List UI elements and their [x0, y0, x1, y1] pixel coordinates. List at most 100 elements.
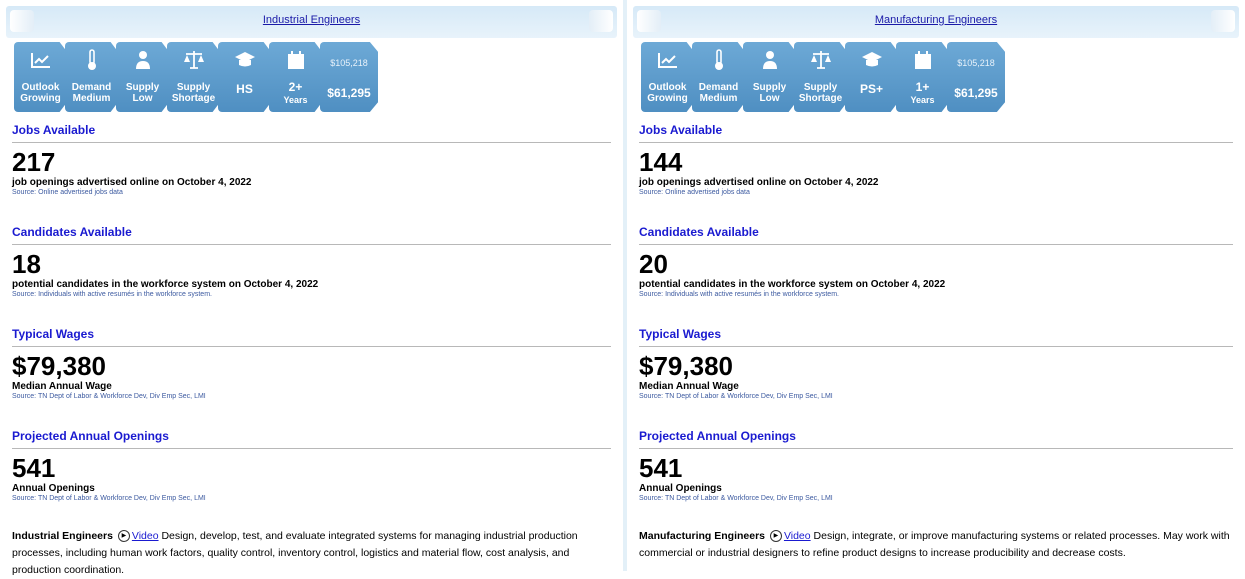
jobs-source: Source: Online advertised jobs data [12, 189, 123, 196]
occupation-column-manufacturing: Manufacturing Engineers Outlook Growing D… [627, 0, 1245, 571]
shortage-line1: Supply [803, 82, 838, 93]
annual-openings-desc: Annual Openings [12, 483, 95, 494]
demand-tile[interactable]: Demand Medium [692, 42, 745, 112]
occupation-name: Manufacturing Engineers [639, 530, 766, 542]
outlook-line1: Outlook [648, 82, 687, 93]
section-title: Jobs Available [639, 123, 1233, 143]
candidates-desc: potential candidates in the workforce sy… [639, 279, 946, 290]
supply-line2: Low [132, 93, 153, 104]
shortage-line1: Supply [176, 82, 211, 93]
wage-high: $105,218 [330, 58, 368, 68]
wage-low: $61,295 [954, 86, 998, 100]
openings-source: Source: TN Dept of Labor & Workforce Dev… [12, 495, 206, 502]
video-link[interactable]: Video [132, 530, 159, 542]
demand-line2: Medium [72, 93, 111, 104]
candidates-section: Candidates Available 20 potential candid… [639, 225, 1233, 298]
graduation-cap-icon [218, 48, 271, 72]
demand-line1: Demand [698, 82, 739, 93]
jobs-source: Source: Online advertised jobs data [639, 189, 750, 196]
median-wage: $79,380 [12, 351, 106, 381]
section-title: Jobs Available [12, 123, 611, 143]
people-icon [743, 48, 796, 72]
education-label: PS+ [859, 82, 883, 96]
annual-openings-section: Projected Annual Openings 541 Annual Ope… [12, 429, 611, 502]
occupation-name: Industrial Engineers [12, 530, 113, 542]
indicator-tiles: Outlook Growing Demand Medium Supply Low Su… [641, 42, 1005, 112]
supply-line1: Supply [125, 82, 160, 93]
wage-source: Source: TN Dept of Labor & Workforce Dev… [639, 393, 833, 400]
supply-tile[interactable]: Supply Low [743, 42, 796, 112]
video-link[interactable]: Video [784, 530, 811, 542]
supply-tile[interactable]: Supply Low [116, 42, 169, 112]
jobs-count: 144 [639, 147, 683, 177]
candidates-section: Candidates Available 18 potential candid… [12, 225, 611, 298]
outlook-tile[interactable]: Outlook Growing [14, 42, 67, 112]
people-icon [116, 48, 169, 72]
trending-up-icon [641, 48, 694, 72]
section-title: Candidates Available [639, 225, 1233, 245]
supply-line1: Supply [752, 82, 787, 93]
jobs-available-section: Jobs Available 144 job openings advertis… [639, 123, 1233, 196]
experience-label: 2+ [288, 80, 303, 94]
candidates-source: Source: Individuals with active resumés … [12, 291, 212, 298]
occupation-title-link[interactable]: Manufacturing Engineers [633, 14, 1239, 26]
scales-icon [794, 48, 847, 72]
candidates-count: 18 [12, 249, 41, 279]
play-icon[interactable]: ▶ [117, 530, 130, 543]
thermometer-icon [692, 48, 745, 72]
annual-openings-desc: Annual Openings [639, 483, 722, 494]
section-title: Candidates Available [12, 225, 611, 245]
thermometer-icon [65, 48, 118, 72]
scroll-right-button[interactable] [1211, 10, 1235, 32]
graduation-cap-icon [845, 48, 898, 72]
candidates-desc: potential candidates in the workforce sy… [12, 279, 319, 290]
shortage-line2: Shortage [171, 93, 216, 104]
annual-openings-count: 541 [639, 453, 683, 483]
median-wage: $79,380 [639, 351, 733, 381]
shortage-tile[interactable]: Supply Shortage [794, 42, 847, 112]
occupation-title-link[interactable]: Industrial Engineers [6, 14, 617, 26]
wage-low: $61,295 [327, 86, 371, 100]
wages-tile[interactable]: $105,218 $61,295 [947, 42, 1005, 112]
occupation-header: Industrial Engineers [6, 6, 617, 38]
median-wage-desc: Median Annual Wage [639, 381, 739, 392]
section-title: Typical Wages [12, 327, 611, 347]
candidates-source: Source: Individuals with active resumés … [639, 291, 839, 298]
experience-sub: Years [283, 95, 308, 105]
openings-source: Source: TN Dept of Labor & Workforce Dev… [639, 495, 833, 502]
scroll-right-button[interactable] [589, 10, 613, 32]
supply-line2: Low [759, 93, 780, 104]
outlook-tile[interactable]: Outlook Growing [641, 42, 694, 112]
jobs-count: 217 [12, 147, 56, 177]
jobs-desc: job openings advertised online on Octobe… [639, 177, 879, 188]
demand-tile[interactable]: Demand Medium [65, 42, 118, 112]
wage-source: Source: TN Dept of Labor & Workforce Dev… [12, 393, 206, 400]
occupation-header: Manufacturing Engineers [633, 6, 1239, 38]
median-wage-desc: Median Annual Wage [12, 381, 112, 392]
shortage-tile[interactable]: Supply Shortage [167, 42, 220, 112]
occupation-column-industrial: Industrial Engineers Outlook Growing Dema… [0, 0, 623, 576]
occupation-description: Industrial Engineers ▶ Video Design, deve… [12, 528, 609, 579]
demand-line1: Demand [71, 82, 112, 93]
section-title: Projected Annual Openings [12, 429, 611, 449]
demand-line2: Medium [699, 93, 738, 104]
experience-tile[interactable]: 1+ Years [896, 42, 949, 112]
education-label: HS [236, 82, 253, 96]
typical-wages-section: Typical Wages $79,380 Median Annual Wage… [12, 327, 611, 400]
jobs-available-section: Jobs Available 217 job openings advertis… [12, 123, 611, 196]
indicator-tiles: Outlook Growing Demand Medium Supply Low Su… [14, 42, 378, 112]
annual-openings-count: 541 [12, 453, 56, 483]
outlook-line2: Growing [647, 93, 688, 104]
outlook-line2: Growing [20, 93, 61, 104]
education-tile[interactable]: PS+ [845, 42, 898, 112]
shortage-line2: Shortage [798, 93, 843, 104]
experience-label: 1+ [915, 80, 930, 94]
education-tile[interactable]: HS [218, 42, 271, 112]
experience-tile[interactable]: 2+ Years [269, 42, 322, 112]
play-icon[interactable]: ▶ [769, 530, 782, 543]
experience-sub: Years [910, 95, 935, 105]
typical-wages-section: Typical Wages $79,380 Median Annual Wage… [639, 327, 1233, 400]
calendar-icon [896, 48, 949, 72]
scales-icon [167, 48, 220, 72]
wages-tile[interactable]: $105,218 $61,295 [320, 42, 378, 112]
